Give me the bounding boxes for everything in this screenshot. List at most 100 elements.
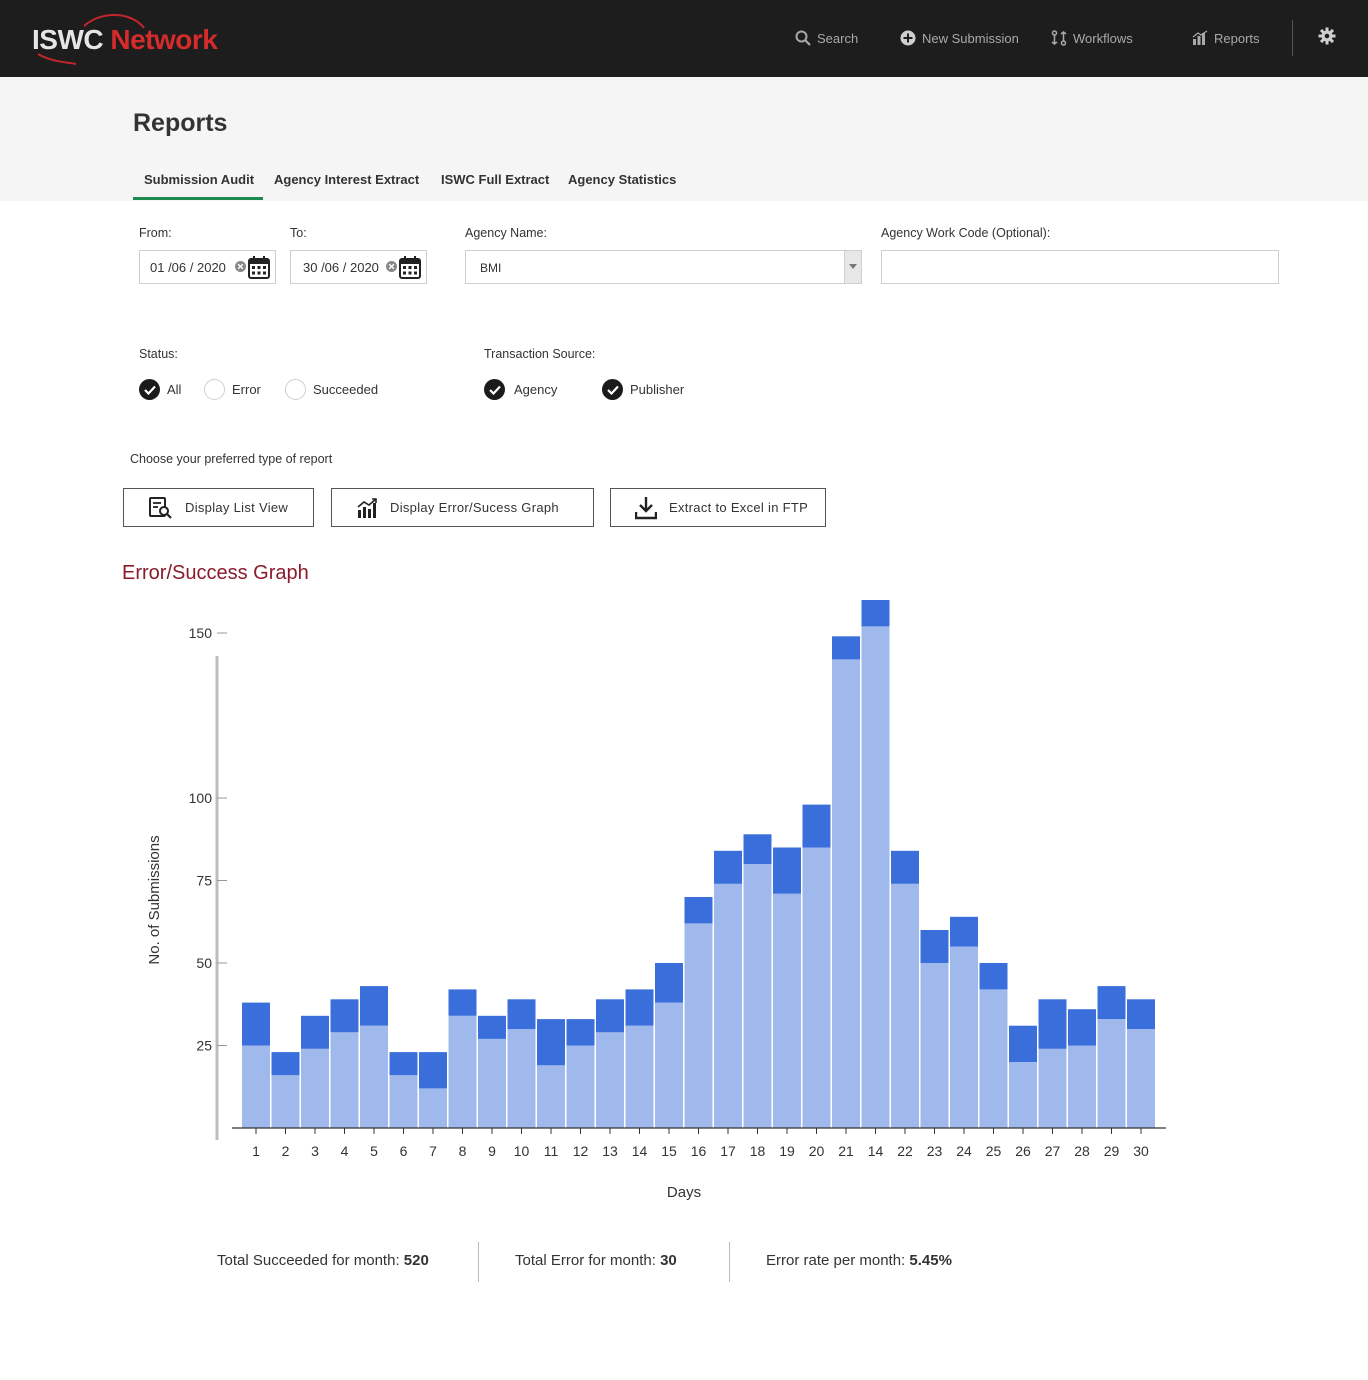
bar-success <box>537 1065 565 1128</box>
bar-error <box>448 989 477 1016</box>
extract-to-excel-label: Extract to Excel in FTP <box>669 500 809 515</box>
nav-new-submission-label: New Submission <box>922 30 1019 46</box>
calendar-icon[interactable] <box>399 256 421 279</box>
x-tick-label: 22 <box>897 1143 913 1159</box>
calendar-icon[interactable] <box>248 256 270 279</box>
status-all-option[interactable]: All <box>139 379 181 400</box>
dropdown-arrow[interactable] <box>844 251 861 283</box>
bar-success <box>891 883 919 1128</box>
y-tick-label: 25 <box>196 1038 212 1054</box>
bar-chart-icon <box>1192 30 1208 45</box>
status-label: Status: <box>139 347 178 361</box>
bar-error <box>1097 986 1126 1020</box>
bar-error <box>1068 1009 1096 1046</box>
bar-success <box>507 1029 536 1128</box>
list-search-icon <box>149 496 172 519</box>
clear-icon[interactable] <box>386 261 397 272</box>
iswc-network-logo[interactable]: ISWC Network <box>32 14 232 66</box>
chevron-down-icon <box>849 264 857 269</box>
from-date-value: 01 /06 / 2020 <box>150 260 226 275</box>
bar-success <box>743 864 772 1128</box>
display-graph-button[interactable]: Display Error/Sucess Graph <box>331 488 594 527</box>
bar-success <box>1038 1048 1067 1128</box>
bar-success <box>1127 1029 1155 1128</box>
error-rate-stat: Error rate per month: 5.45% <box>766 1252 952 1269</box>
nav-search-label: Search <box>817 30 859 46</box>
x-tick-label: 27 <box>1045 1143 1061 1159</box>
bar-success <box>655 1002 683 1128</box>
status-error-option[interactable]: Error <box>204 379 261 400</box>
bar-error <box>271 1052 300 1076</box>
nav-divider <box>1292 20 1293 56</box>
bar-success <box>448 1015 477 1128</box>
checked-checkbox-icon <box>484 379 505 400</box>
active-tab-indicator <box>133 197 263 200</box>
transaction-source-label: Transaction Source: <box>484 347 596 361</box>
x-tick-label: 10 <box>514 1143 530 1159</box>
from-label: From: <box>139 226 172 240</box>
source-agency-label: Agency <box>514 382 558 397</box>
unchecked-radio-icon <box>204 379 225 400</box>
nav-reports[interactable]: Reports <box>1192 28 1260 48</box>
tab-agency-interest-extract[interactable]: Agency Interest Extract <box>274 172 419 187</box>
bar-success <box>478 1038 506 1128</box>
source-publisher-option[interactable]: Publisher <box>602 379 684 400</box>
bar-success <box>596 1032 624 1128</box>
bar-success <box>566 1045 595 1128</box>
bar-error <box>478 1015 506 1039</box>
bar-error <box>625 989 654 1026</box>
nav-new-submission[interactable]: New Submission <box>900 28 1019 48</box>
bar-error <box>891 850 919 884</box>
page-title: Reports <box>133 109 228 137</box>
x-tick-label: 19 <box>779 1143 795 1159</box>
source-publisher-label: Publisher <box>630 382 685 397</box>
bar-error <box>301 1015 329 1049</box>
error-rate-value: 5.45% <box>909 1252 952 1269</box>
x-tick-label: 25 <box>986 1143 1002 1159</box>
total-succeeded-stat: Total Succeeded for month: 520 <box>217 1252 429 1269</box>
bar-error <box>596 999 624 1033</box>
to-date-field[interactable]: 30 /06 / 2020 <box>290 250 427 284</box>
plus-circle-icon <box>900 30 916 46</box>
bar-success <box>684 923 713 1128</box>
x-tick-label: 30 <box>1133 1143 1149 1159</box>
total-error-label: Total Error for month: <box>515 1252 661 1269</box>
tab-submission-audit[interactable]: Submission Audit <box>144 172 254 187</box>
nav-workflows[interactable]: Workflows <box>1051 28 1133 48</box>
x-tick-label: 17 <box>720 1143 736 1159</box>
bar-success <box>301 1048 329 1128</box>
agency-work-code-input[interactable] <box>881 250 1279 284</box>
bar-error <box>1009 1025 1037 1062</box>
search-icon <box>795 30 811 46</box>
bar-success <box>1009 1062 1037 1128</box>
agency-name-select[interactable]: BMI <box>465 250 862 284</box>
extract-to-excel-button[interactable]: Extract to Excel in FTP <box>610 488 826 527</box>
status-succeeded-label: Succeeded <box>313 382 379 397</box>
y-axis-title: No. of Submissions <box>146 835 163 964</box>
x-tick-label: 15 <box>661 1143 677 1159</box>
tab-iswc-full-extract[interactable]: ISWC Full Extract <box>441 172 549 187</box>
display-list-view-button[interactable]: Display List View <box>123 488 314 527</box>
agency-work-code-label: Agency Work Code (Optional): <box>881 226 1051 240</box>
bar-success <box>979 989 1008 1128</box>
agency-name-value: BMI <box>480 261 502 275</box>
source-agency-option[interactable]: Agency <box>484 379 557 400</box>
tab-agency-statistics[interactable]: Agency Statistics <box>568 172 676 187</box>
bar-success <box>1097 1019 1126 1128</box>
x-tick-label: 18 <box>750 1143 766 1159</box>
nav-workflows-label: Workflows <box>1073 30 1133 46</box>
bar-error <box>1127 999 1155 1029</box>
status-succeeded-option[interactable]: Succeeded <box>285 379 378 400</box>
bar-chart-icon <box>357 497 377 518</box>
y-tick-label: 50 <box>196 955 212 971</box>
bar-error <box>655 963 683 1003</box>
gear-icon[interactable] <box>1318 27 1336 45</box>
x-tick-label: 16 <box>691 1143 707 1159</box>
x-tick-label: 3 <box>311 1143 319 1159</box>
nav-search[interactable]: Search <box>795 28 858 48</box>
x-tick-label: 7 <box>429 1143 437 1159</box>
from-date-field[interactable]: 01 /06 / 2020 <box>139 250 276 284</box>
clear-icon[interactable] <box>235 261 246 272</box>
x-tick-label: 14 <box>632 1143 648 1159</box>
chart-bars <box>242 600 1155 1128</box>
